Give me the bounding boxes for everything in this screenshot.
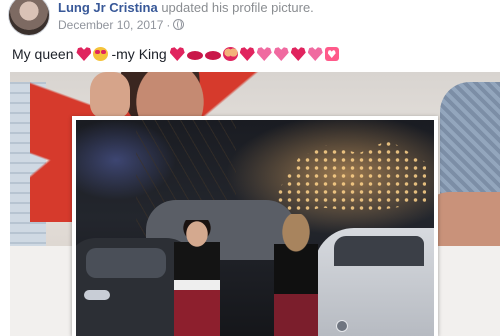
avatar[interactable] [8, 0, 50, 36]
growing-heart-icon [307, 47, 323, 61]
caption-text-king: -my King [111, 46, 167, 62]
car-right-window [334, 236, 424, 266]
post-author-line: Lung Jr Cristina updated his profile pic… [58, 0, 314, 15]
profile-picture-photo[interactable] [72, 116, 438, 336]
post-header: Lung Jr Cristina updated his profile pic… [0, 0, 500, 40]
post-action-text: updated his profile picture. [161, 0, 314, 15]
post-caption: My queen -my King [10, 46, 340, 62]
kiss-lips-icon [186, 51, 203, 60]
heart-eyes-face-icon [93, 47, 109, 61]
red-heart-icon [290, 47, 306, 61]
person-woman [274, 214, 318, 336]
person-man [174, 220, 220, 336]
meta-separator: · [166, 18, 171, 32]
post-date-link[interactable]: December 10, 2017 [58, 18, 163, 32]
caption-text-queen: My queen [12, 46, 74, 62]
post-meta: December 10, 2017 · [58, 18, 185, 32]
heart-box-icon [324, 47, 339, 61]
car-logo [336, 320, 348, 332]
two-hearts-icon [273, 47, 289, 61]
background-hand [90, 72, 130, 118]
couple-with-heart-icon [222, 47, 238, 61]
globe-icon[interactable] [173, 19, 185, 30]
car-left-headlight [84, 290, 110, 300]
red-heart-icon [239, 47, 255, 61]
author-name-link[interactable]: Lung Jr Cristina [58, 0, 158, 15]
car-left-window [86, 248, 166, 278]
red-heart-icon [76, 47, 92, 61]
night-street-scene [76, 120, 434, 336]
sparkling-heart-icon [256, 47, 272, 61]
kiss-lips-icon [204, 51, 221, 60]
red-heart-icon [169, 47, 185, 61]
